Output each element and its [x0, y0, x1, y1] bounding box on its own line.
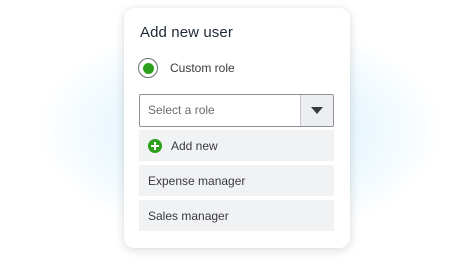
radio-button[interactable] — [138, 58, 158, 78]
custom-role-radio-option[interactable]: Custom role — [138, 58, 235, 78]
role-select[interactable]: Select a role — [139, 94, 334, 127]
role-select-toggle[interactable] — [300, 95, 333, 126]
custom-role-label: Custom role — [170, 61, 235, 75]
plus-circle-icon — [148, 138, 162, 153]
add-user-dialog: Add new user Custom role Select a role A… — [124, 8, 350, 248]
radio-selected-dot — [142, 62, 154, 74]
chevron-down-icon — [311, 107, 323, 114]
option-label: Sales manager — [148, 208, 229, 223]
role-select-placeholder: Select a role — [148, 103, 215, 117]
option-expense-manager[interactable]: Expense manager — [139, 165, 334, 196]
option-label: Expense manager — [148, 173, 246, 188]
dialog-title: Add new user — [140, 24, 233, 41]
option-label: Add new — [171, 138, 218, 153]
option-add-new[interactable]: Add new — [139, 130, 334, 161]
option-sales-manager[interactable]: Sales manager — [139, 200, 334, 231]
